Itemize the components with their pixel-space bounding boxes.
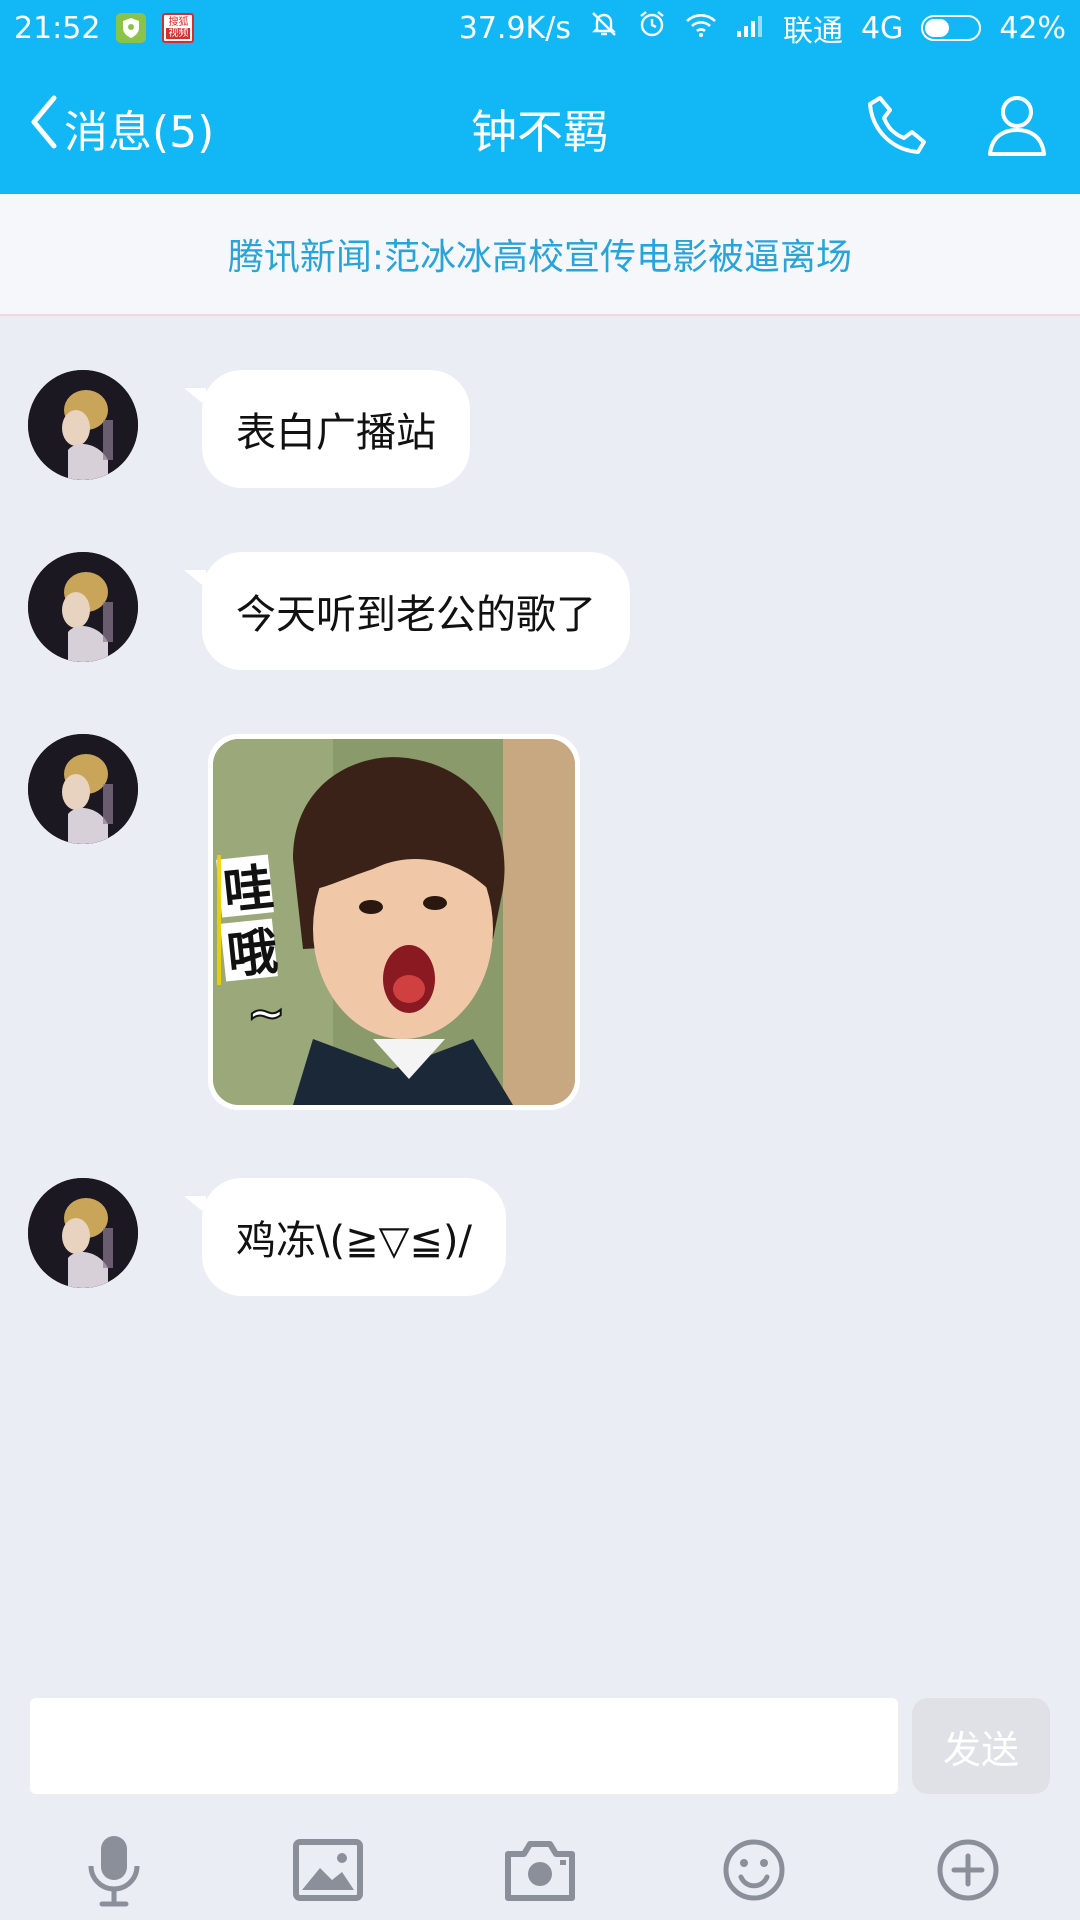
message-row: 鸡冻\(≧▽≦)/ [28, 1178, 506, 1296]
battery-icon [921, 15, 982, 41]
network-type: 4G [860, 10, 904, 46]
message-row: 哇 哦 ~ [28, 734, 580, 1110]
camera-icon[interactable] [500, 1830, 580, 1910]
sohu-video-icon: 搜狐 视频 [162, 13, 195, 43]
message-input[interactable] [30, 1698, 898, 1794]
emoji-icon[interactable] [714, 1830, 794, 1910]
status-time: 21:52 [14, 10, 101, 46]
message-row: 今天听到老公的歌了 [28, 552, 630, 670]
sticker-caption-line1: 哇 [221, 858, 277, 921]
message-bubble[interactable]: 表白广播站 [184, 370, 470, 488]
signal-icon [735, 11, 765, 46]
microphone-icon[interactable] [74, 1830, 154, 1910]
network-speed: 37.9K/s [458, 10, 571, 46]
sticker-caption-line2: 哦 [225, 922, 281, 985]
composer-toolbar [0, 1830, 1080, 1920]
battery-level [925, 19, 949, 37]
message-bubble[interactable]: 今天听到老公的歌了 [184, 552, 630, 670]
wifi-icon [685, 11, 717, 46]
avatar[interactable] [28, 370, 138, 480]
news-banner[interactable]: 腾讯新闻:范冰冰高校宣传电影被逼离场 [0, 194, 1080, 316]
composer: 发送 [0, 1680, 1080, 1920]
avatar[interactable] [28, 552, 138, 662]
shield-icon [116, 13, 147, 43]
news-text: 腾讯新闻:范冰冰高校宣传电影被逼离场 [227, 237, 853, 278]
chat-header: 消息(5) 钟不羁 [0, 56, 1080, 194]
send-button[interactable]: 发送 [912, 1698, 1050, 1794]
phone-icon[interactable] [862, 90, 932, 160]
battery-percent: 42% [999, 10, 1066, 46]
avatar[interactable] [28, 734, 138, 844]
profile-icon[interactable] [982, 90, 1052, 160]
mute-bell-icon [589, 9, 619, 47]
sticker-caption-tilde: ~ [247, 986, 286, 1040]
carrier-name: 联通 [782, 14, 843, 49]
image-icon[interactable] [288, 1830, 368, 1910]
alarm-icon [637, 9, 667, 47]
message-bubble[interactable]: 鸡冻\(≧▽≦)/ [184, 1178, 506, 1296]
plus-icon[interactable] [928, 1830, 1008, 1910]
message-row: 表白广播站 [28, 370, 470, 488]
sticker-image[interactable]: 哇 哦 ~ [208, 734, 580, 1110]
status-bar: 21:52 搜狐 视频 37.9K/s 联通 4G 42% [0, 0, 1080, 56]
avatar[interactable] [28, 1178, 138, 1288]
